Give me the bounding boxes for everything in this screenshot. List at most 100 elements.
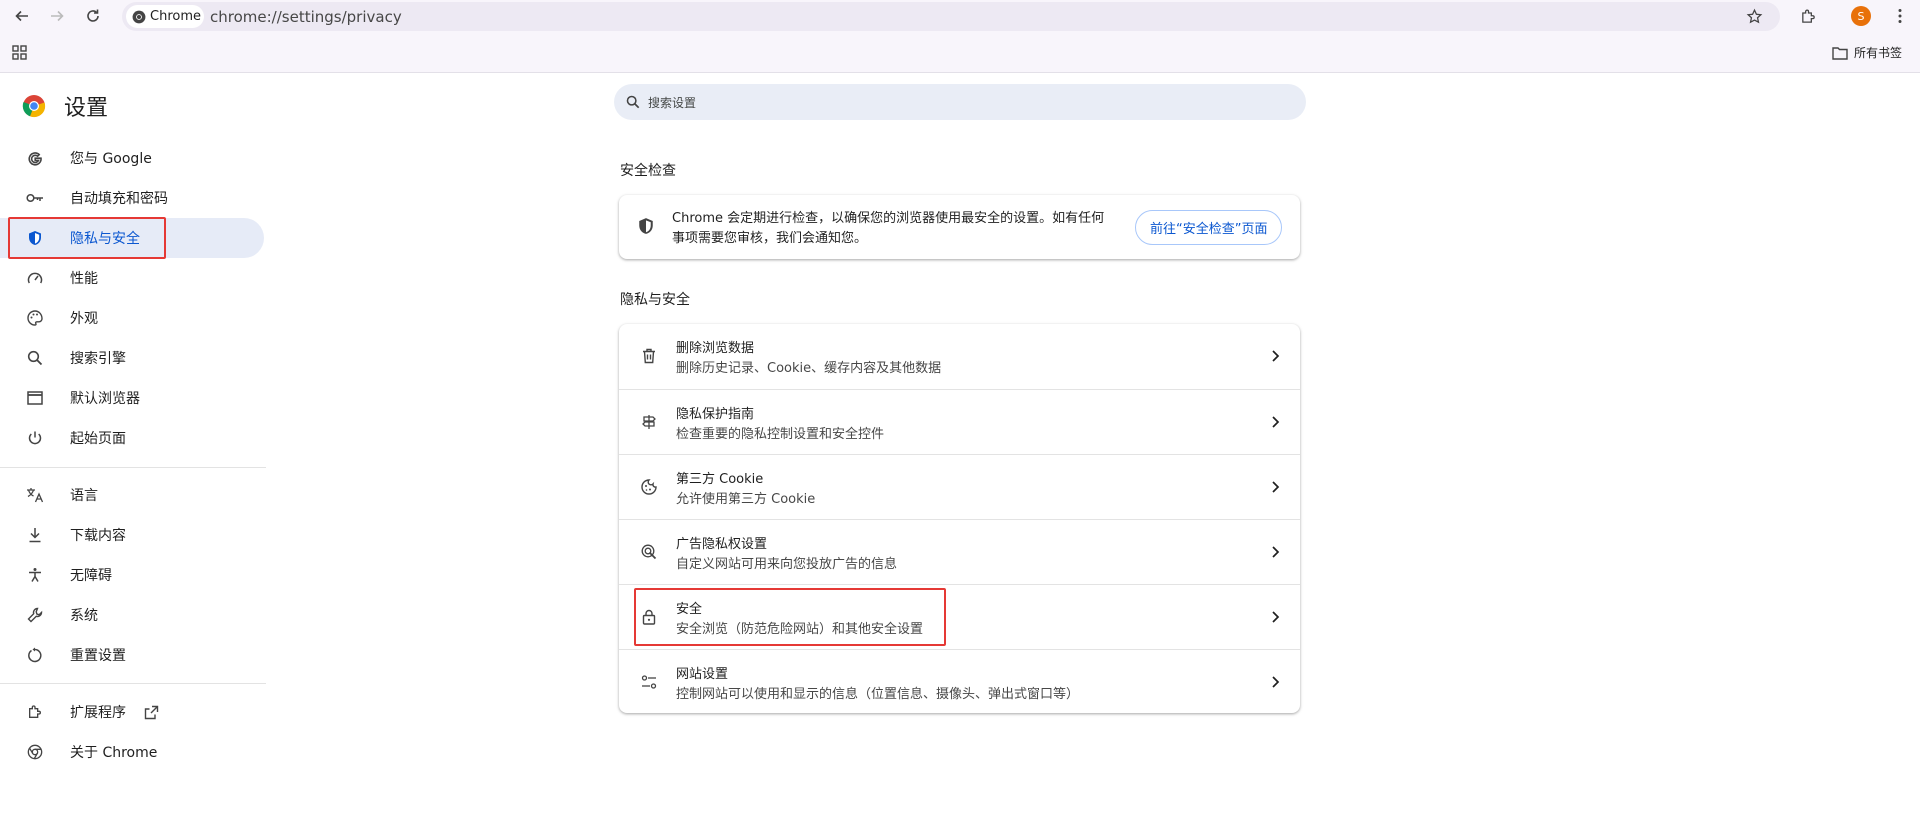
all-bookmarks-button[interactable]: 所有书签 [1832,44,1902,61]
row-site-settings[interactable]: 网站设置 控制网站可以使用和显示的信息（位置信息、摄像头、弹出式窗口等） [619,649,1300,714]
sidebar-item-reset[interactable]: 重置设置 [0,635,264,675]
sidebar-item-label: 重置设置 [70,648,126,664]
trash-icon [640,347,658,365]
sidebar-item-label: 下载内容 [70,528,126,544]
settings-header: 设置 [22,90,108,122]
folder-icon [1832,46,1848,60]
url-text[interactable]: chrome://settings/privacy [210,8,402,26]
sidebar-item-extensions[interactable]: 扩展程序 [0,692,264,732]
chrome-logo-icon [22,95,46,118]
sidebar-item-label: 您与 Google [70,151,152,167]
sidebar-item-autofill[interactable]: 自动填充和密码 [0,178,264,218]
search-icon [26,349,44,367]
sidebar-item-startup[interactable]: 起始页面 [0,418,264,458]
settings-search[interactable]: 搜索设置 [614,84,1306,120]
sidebar-item-accessibility[interactable]: 无障碍 [0,555,264,595]
guide-icon [640,413,658,431]
section-title-privacy: 隐私与安全 [620,292,690,308]
row-subtitle: 允许使用第三方 Cookie [676,492,816,507]
sidebar-item-search-engine[interactable]: 搜索引擎 [0,338,264,378]
row-subtitle: 控制网站可以使用和显示的信息（位置信息、摄像头、弹出式窗口等） [676,687,1080,702]
chevron-right-icon [1272,611,1280,623]
back-button[interactable] [10,4,34,28]
external-link-icon [144,705,159,719]
page-title: 设置 [64,96,109,121]
chevron-right-icon [1272,676,1280,688]
sidebar-item-label: 系统 [70,608,98,624]
section-title-safety-check: 安全检查 [620,163,676,179]
apps-grid-icon[interactable] [12,45,27,60]
sidebar-item-downloads[interactable]: 下载内容 [0,515,264,555]
address-bar[interactable]: Chrome chrome://settings/privacy [122,2,1780,31]
sidebar-item-label: 默认浏览器 [70,391,140,407]
forward-button[interactable] [45,4,69,28]
sidebar-item-label: 关于 Chrome [70,745,158,761]
browser-window-icon [26,389,44,407]
speedometer-icon [26,269,44,287]
chevron-right-icon [1272,546,1280,558]
row-subtitle: 自定义网站可用来向您投放广告的信息 [676,557,898,572]
accessibility-icon [26,566,44,584]
row-title: 删除浏览数据 [676,341,755,356]
profile-avatar[interactable]: S [1851,6,1871,26]
forward-arrow-icon [51,10,64,22]
search-icon [626,95,640,109]
download-icon [26,526,44,544]
row-third-party-cookies[interactable]: 第三方 Cookie 允许使用第三方 Cookie [619,454,1300,519]
back-arrow-icon [15,10,28,22]
reload-button[interactable] [81,4,105,28]
wrench-icon [26,606,44,624]
chrome-logo-icon [132,10,146,23]
sidebar-item-appearance[interactable]: 外观 [0,298,264,338]
row-subtitle: 检查重要的隐私控制设置和安全控件 [676,427,885,442]
menu-button[interactable] [1888,4,1912,28]
sidebar-item-label: 扩展程序 [70,705,126,721]
sidebar-divider [0,467,266,468]
google-icon [26,149,44,167]
privacy-card: 删除浏览数据 删除历史记录、Cookie、缓存内容及其他数据 隐私保护指南 检查… [619,324,1300,713]
power-icon [26,429,44,447]
sidebar-item-label: 外观 [70,311,98,327]
tune-icon [640,673,658,691]
extension-icon [26,703,44,721]
sidebar-item-label: 搜索引擎 [70,351,126,367]
site-chip[interactable]: Chrome [126,5,204,28]
cookie-icon [640,478,658,496]
row-title: 隐私保护指南 [676,407,755,422]
reset-icon [26,646,44,664]
ad-privacy-icon [640,543,658,561]
sidebar-item-default-browser[interactable]: 默认浏览器 [0,378,264,418]
sidebar-item-languages[interactable]: 语言 [0,475,264,515]
search-input[interactable]: 搜索设置 [648,94,696,111]
bookmark-star-icon[interactable] [1746,8,1763,25]
chrome-icon [26,743,44,761]
sidebar-item-system[interactable]: 系统 [0,595,264,635]
palette-icon [26,309,44,327]
puzzle-icon [1801,9,1815,23]
highlight-box-security [634,588,946,646]
kebab-menu-icon [1898,9,1902,23]
bookmarks-bar [0,32,1920,73]
highlight-box-sidebar [8,217,166,259]
row-privacy-guide[interactable]: 隐私保护指南 检查重要的隐私控制设置和安全控件 [619,389,1300,454]
sidebar-item-label: 语言 [70,488,98,504]
key-icon [26,189,44,207]
sidebar-item-label: 自动填充和密码 [70,191,168,207]
sidebar-item-you-and-google[interactable]: 您与 Google [0,138,264,178]
sidebar-item-label: 无障碍 [70,568,112,584]
row-title: 网站设置 [676,667,729,682]
sidebar-item-performance[interactable]: 性能 [0,258,264,298]
chevron-right-icon [1272,416,1280,428]
all-bookmarks-label: 所有书签 [1854,46,1903,60]
chevron-right-icon [1272,350,1280,362]
sidebar-item-label: 起始页面 [70,431,126,447]
row-clear-browsing-data[interactable]: 删除浏览数据 删除历史记录、Cookie、缓存内容及其他数据 [619,324,1300,389]
row-subtitle: 删除历史记录、Cookie、缓存内容及其他数据 [676,361,942,376]
row-ad-privacy[interactable]: 广告隐私权设置 自定义网站可用来向您投放广告的信息 [619,519,1300,584]
extensions-button[interactable] [1796,4,1820,28]
sidebar-divider [0,683,266,684]
sidebar-item-label: 性能 [70,271,98,287]
site-chip-label: Chrome [150,9,201,24]
sidebar-item-about-chrome[interactable]: 关于 Chrome [0,732,264,772]
go-to-safety-check-button[interactable]: 前往“安全检查”页面 [1135,210,1283,245]
